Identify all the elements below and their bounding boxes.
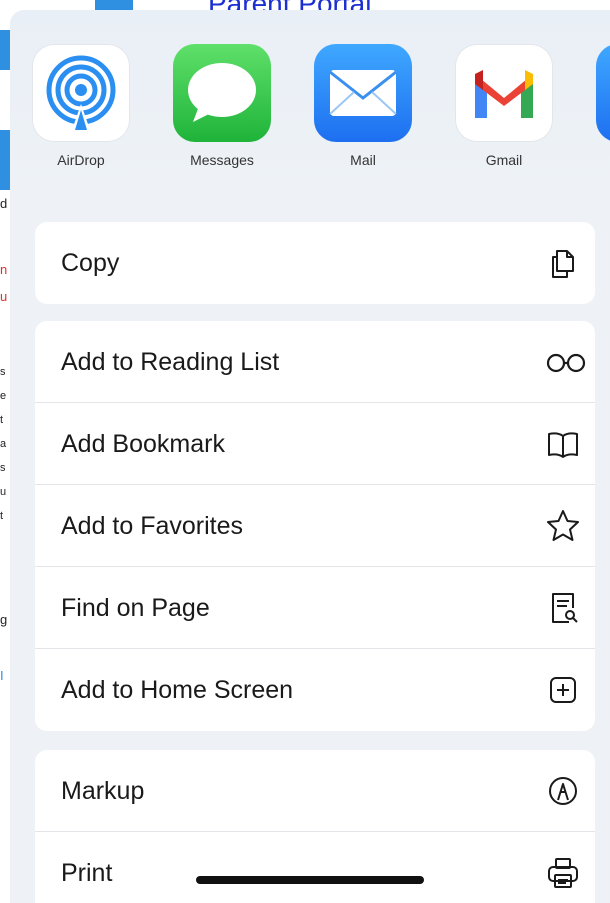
action-group-page: Add to Reading List Add Bookmark Add to … [35, 321, 595, 731]
background-blue-strip [0, 130, 10, 190]
share-target-label: Gmail [485, 152, 523, 168]
background-text: t [0, 414, 4, 426]
share-target-airdrop[interactable]: AirDrop [32, 44, 132, 168]
action-add-bookmark[interactable]: Add Bookmark [35, 403, 595, 485]
action-label: Find on Page [61, 594, 210, 622]
background-text: s [0, 366, 6, 378]
share-target-label: Mail [350, 152, 376, 168]
airdrop-icon [32, 44, 130, 142]
share-target-mail[interactable]: Mail [314, 44, 414, 168]
background-text: t [0, 510, 4, 522]
background-text: u [0, 289, 8, 304]
find-on-page-icon [545, 590, 581, 626]
action-label: Print [61, 859, 113, 887]
home-indicator[interactable] [196, 876, 424, 884]
background-text: d [0, 196, 8, 211]
share-target-label: Messages [190, 152, 254, 168]
plus-square-icon [545, 672, 581, 708]
share-target-more[interactable] [596, 44, 610, 142]
book-icon [545, 426, 581, 462]
action-label: Add to Home Screen [61, 676, 294, 704]
action-label: Add to Reading List [61, 348, 280, 376]
action-label: Add Bookmark [61, 430, 225, 458]
action-find-on-page[interactable]: Find on Page [35, 567, 595, 649]
action-add-to-home-screen[interactable]: Add to Home Screen [35, 649, 595, 731]
background-text: s [0, 462, 6, 474]
action-copy[interactable]: Copy [35, 222, 595, 304]
background-text: I [0, 668, 4, 683]
action-group-copy: Copy [35, 222, 595, 304]
action-add-to-favorites[interactable]: Add to Favorites [35, 485, 595, 567]
background-blue-strip [0, 30, 10, 70]
share-target-gmail[interactable]: Gmail [455, 44, 555, 168]
glasses-icon [543, 344, 589, 380]
share-targets-row: AirDrop Messages Mail Gmail [10, 10, 610, 200]
action-label: Copy [61, 249, 120, 277]
action-label: Add to Favorites [61, 512, 244, 540]
background-text: a [0, 438, 7, 450]
background-text: g [0, 612, 8, 627]
gmail-icon [455, 44, 553, 142]
share-target-label: AirDrop [57, 152, 105, 168]
background-text: n [0, 262, 8, 277]
action-label: Markup [61, 777, 145, 805]
background-text: e [0, 390, 7, 402]
copy-icon [545, 245, 581, 281]
action-markup[interactable]: Markup [35, 750, 595, 832]
background-text: u [0, 486, 7, 498]
share-target-messages[interactable]: Messages [173, 44, 273, 168]
star-icon [545, 508, 581, 544]
printer-icon [545, 855, 581, 891]
action-add-to-reading-list[interactable]: Add to Reading List [35, 321, 595, 403]
mail-icon [314, 44, 412, 142]
messages-icon [173, 44, 271, 142]
markup-pen-icon [545, 773, 581, 809]
action-print[interactable]: Print [35, 832, 595, 903]
partial-app-icon [596, 44, 610, 142]
share-sheet: AirDrop Messages Mail Gmail Copy Add to … [10, 10, 610, 903]
